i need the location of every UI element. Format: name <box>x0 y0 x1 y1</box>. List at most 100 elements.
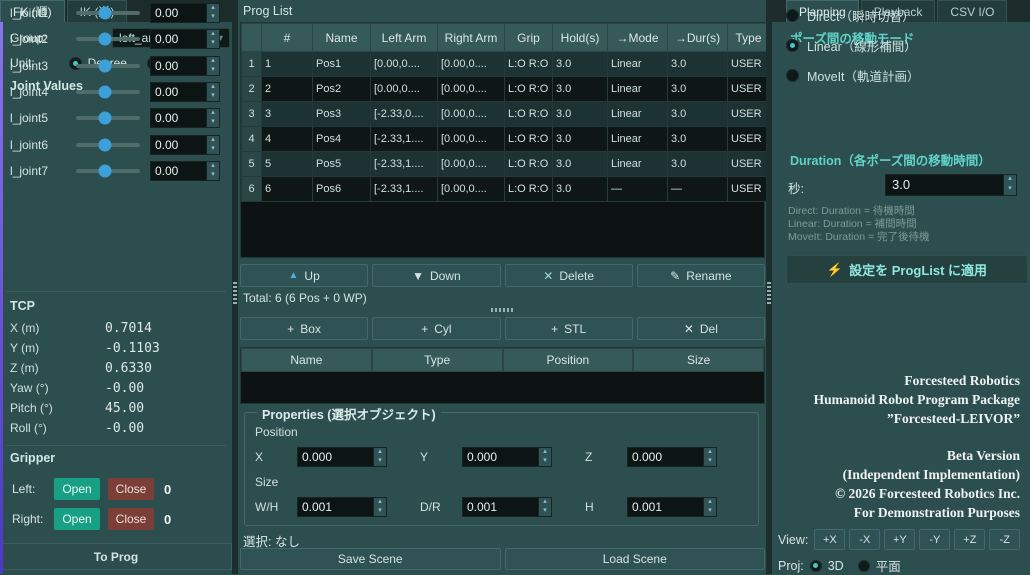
spin-up-icon[interactable]: ▴ <box>539 498 551 507</box>
cell-mode[interactable]: Linear <box>607 51 668 77</box>
cell-type[interactable]: USER <box>727 101 770 127</box>
spin-down-icon[interactable]: ▾ <box>207 145 219 154</box>
column-header[interactable]: Size <box>633 348 764 372</box>
cell-left-arm[interactable]: [-2.33,1.... <box>370 176 438 202</box>
table-row[interactable]: 3 3 Pos3 [-2.33,0.... [0.00,0.... L:O R:… <box>241 101 770 127</box>
mode-radio[interactable] <box>786 38 799 52</box>
joint-spinbox[interactable]: 0.00 ▴ ▾ <box>150 55 220 76</box>
gripper-close-button[interactable]: Close <box>108 508 154 530</box>
cell-right-arm[interactable]: [0.00,0.... <box>437 76 505 102</box>
cell-grip[interactable]: L:O R:O <box>504 101 553 127</box>
cell-grip[interactable]: L:O R:O <box>504 76 553 102</box>
splitter-handle-icon[interactable] <box>233 282 237 304</box>
spin-up-icon[interactable]: ▴ <box>704 448 716 457</box>
splitter-handle-icon[interactable] <box>767 282 771 304</box>
joint-slider[interactable] <box>76 164 140 178</box>
cell-grip[interactable]: L:O R:O <box>504 51 553 77</box>
cell-dur[interactable]: — <box>667 176 728 202</box>
column-header[interactable]: Name <box>241 348 372 372</box>
cell-grip[interactable]: L:O R:O <box>504 151 553 177</box>
cell-left-arm[interactable]: [-2.33,0.... <box>370 101 438 127</box>
column-header[interactable]: # <box>261 23 313 52</box>
cell-left-arm[interactable]: [0.00,0.... <box>370 51 438 77</box>
cell-hold[interactable]: 3.0 <box>552 176 608 202</box>
spin-down-icon[interactable]: ▾ <box>1004 185 1016 195</box>
scene-action-button[interactable]: ✕ Del <box>636 317 765 340</box>
duration-spinbox[interactable]: 3.0 ▴ ▾ <box>885 174 1017 196</box>
to-prog-button[interactable]: To Prog <box>0 543 232 570</box>
prog-action-button[interactable]: ✎ Rename <box>636 264 765 287</box>
column-header[interactable]: Type <box>371 348 503 372</box>
spin-down-icon[interactable]: ▾ <box>207 171 219 180</box>
row-index[interactable]: 4 <box>241 126 262 152</box>
spin-down-icon[interactable]: ▾ <box>539 507 551 516</box>
load-scene-button[interactable]: Load Scene <box>504 548 765 570</box>
joint-spinbox[interactable]: 0.00 ▴ ▾ <box>150 82 220 103</box>
column-header[interactable] <box>241 23 262 52</box>
cell-num[interactable]: 3 <box>261 101 313 127</box>
cell-mode[interactable]: Linear <box>607 126 668 152</box>
spin-down-icon[interactable]: ▾ <box>539 457 551 466</box>
cell-dur[interactable]: 3.0 <box>667 76 728 102</box>
apply-settings-button[interactable]: ⚡ 設定を ProgList に適用 <box>786 255 1028 284</box>
spin-up-icon[interactable]: ▴ <box>207 4 219 13</box>
spin-down-icon[interactable]: ▾ <box>207 66 219 75</box>
slider-handle-icon[interactable] <box>98 59 112 73</box>
cell-mode[interactable]: — <box>607 176 668 202</box>
proj-radio[interactable] <box>809 559 822 572</box>
table-row[interactable]: 2 2 Pos2 [0.00,0.... [0.00,0.... L:O R:O… <box>241 76 770 102</box>
field-spinbox[interactable]: 0.001 ▴ ▾ <box>627 497 717 517</box>
cell-type[interactable]: USER <box>727 51 770 77</box>
cell-name[interactable]: Pos6 <box>312 176 371 202</box>
spin-up-icon[interactable]: ▴ <box>207 109 219 118</box>
scene-action-button[interactable]: + Box <box>240 317 369 340</box>
slider-handle-icon[interactable] <box>98 6 112 20</box>
column-header[interactable]: Grip <box>504 23 553 52</box>
joint-slider[interactable] <box>76 32 140 46</box>
joint-spinbox[interactable]: 0.00 ▴ ▾ <box>150 134 220 155</box>
spin-down-icon[interactable]: ▾ <box>704 457 716 466</box>
cell-num[interactable]: 2 <box>261 76 313 102</box>
proj-radio[interactable] <box>857 559 870 572</box>
joint-slider[interactable] <box>76 85 140 99</box>
field-spinbox[interactable]: 0.001 ▴ ▾ <box>462 497 552 517</box>
cell-num[interactable]: 5 <box>261 151 313 177</box>
joint-spinbox[interactable]: 0.00 ▴ ▾ <box>150 3 220 24</box>
cell-num[interactable]: 6 <box>261 176 313 202</box>
slider-handle-icon[interactable] <box>98 32 112 46</box>
spin-down-icon[interactable]: ▾ <box>207 39 219 48</box>
cell-right-arm[interactable]: [0.00,0.... <box>437 101 505 127</box>
joint-slider[interactable] <box>76 6 140 20</box>
spin-up-icon[interactable]: ▴ <box>207 83 219 92</box>
spin-up-icon[interactable]: ▴ <box>704 498 716 507</box>
column-header[interactable]: →Mode <box>607 23 668 52</box>
spin-up-icon[interactable]: ▴ <box>1004 175 1016 185</box>
view-axis-button[interactable]: -X <box>849 529 881 550</box>
mode-radio[interactable] <box>786 8 799 22</box>
spin-up-icon[interactable]: ▴ <box>207 136 219 145</box>
splitter-handle-icon[interactable] <box>491 308 513 312</box>
scene-action-button[interactable]: + STL <box>504 317 633 340</box>
column-header[interactable]: Name <box>312 23 371 52</box>
spin-up-icon[interactable]: ▴ <box>207 57 219 66</box>
table-row[interactable]: 4 4 Pos4 [-2.33,1.... [0.00,0.... L:O R:… <box>241 126 770 152</box>
cell-mode[interactable]: Linear <box>607 76 668 102</box>
cell-right-arm[interactable]: [0.00,0.... <box>437 126 505 152</box>
joint-spinbox[interactable]: 0.00 ▴ ▾ <box>150 160 220 181</box>
cell-mode[interactable]: Linear <box>607 151 668 177</box>
cell-num[interactable]: 1 <box>261 51 313 77</box>
joint-slider[interactable] <box>76 59 140 73</box>
joint-spinbox[interactable]: 0.00 ▴ ▾ <box>150 29 220 50</box>
cell-name[interactable]: Pos2 <box>312 76 371 102</box>
table-row[interactable]: 6 6 Pos6 [-2.33,1.... [0.00,0.... L:O R:… <box>241 176 770 202</box>
cell-hold[interactable]: 3.0 <box>552 101 608 127</box>
cell-left-arm[interactable]: [-2.33,1.... <box>370 151 438 177</box>
cell-hold[interactable]: 3.0 <box>552 76 608 102</box>
cell-name[interactable]: Pos1 <box>312 51 371 77</box>
field-spinbox[interactable]: 0.000 ▴ ▾ <box>462 447 552 467</box>
row-index[interactable]: 3 <box>241 101 262 127</box>
scene-action-button[interactable]: + Cyl <box>372 317 501 340</box>
cell-dur[interactable]: 3.0 <box>667 126 728 152</box>
cell-name[interactable]: Pos4 <box>312 126 371 152</box>
column-header[interactable]: Left Arm <box>370 23 438 52</box>
